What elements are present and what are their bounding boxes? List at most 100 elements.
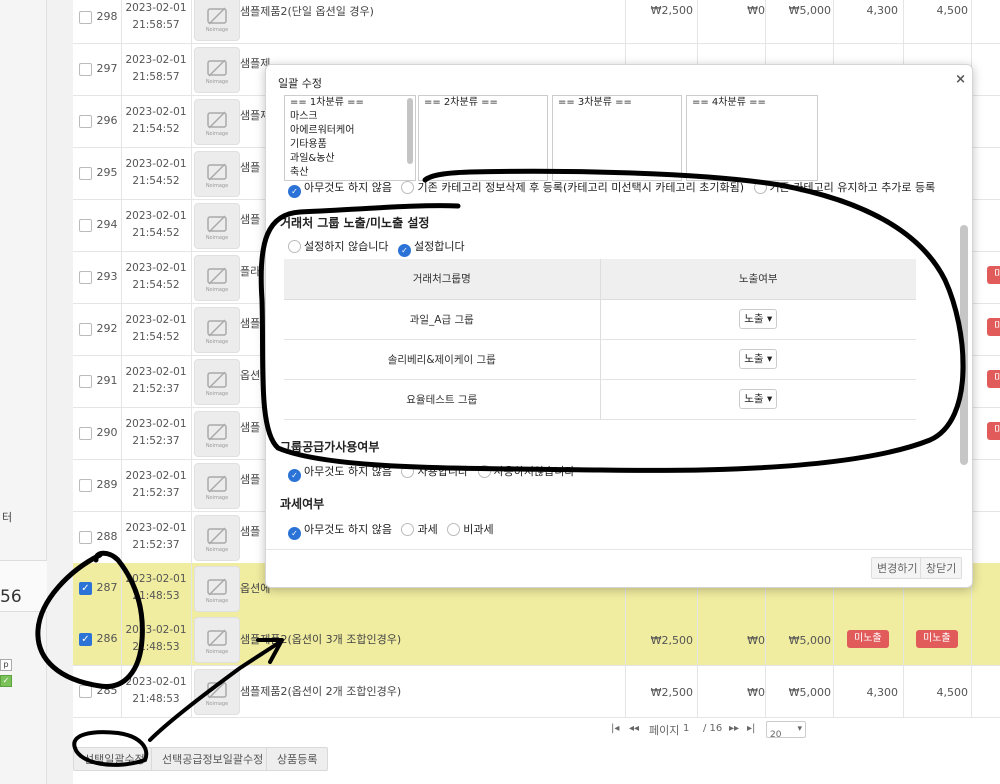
row-id: 285 xyxy=(96,684,118,697)
modal-body: == 1차분류 == 마스크 아에르워터케어 기타용품 과일&농산 축산 == … xyxy=(266,95,972,549)
radio-icon[interactable] xyxy=(477,465,491,478)
last-page-button[interactable]: ▸| xyxy=(747,723,755,734)
status-badge: 미 xyxy=(987,318,1000,336)
sidebar-stat-number: 56 xyxy=(0,587,22,607)
radio-icon[interactable] xyxy=(401,523,415,536)
row-checkbox[interactable] xyxy=(79,427,92,440)
row-checkbox[interactable] xyxy=(79,167,92,180)
row-product-name[interactable]: 플라 xyxy=(240,263,260,279)
row-id: 287 xyxy=(96,581,118,594)
table-header: 거래처그룹명 xyxy=(284,259,601,300)
row-checkbox-checked[interactable]: ✓ xyxy=(79,633,92,646)
group-name: 과일_A급 그룹 xyxy=(284,299,601,340)
first-page-button[interactable]: |◂ xyxy=(611,723,619,734)
per-page-select[interactable]: 20 ▾ xyxy=(766,721,806,740)
radio-checked-icon[interactable]: ✓ xyxy=(397,244,411,257)
radio-icon[interactable] xyxy=(447,523,461,536)
row-checkbox[interactable] xyxy=(79,11,92,24)
no-image-icon: Noimage xyxy=(194,255,240,301)
table-row[interactable]: 285 2023-02-01 21:48:53 Noimage 샘플제품2(옵션이… xyxy=(73,666,1000,718)
radio-icon[interactable] xyxy=(401,181,415,194)
row-date: 2023-02-01 21:48:53 xyxy=(125,676,187,705)
row-date: 2023-02-01 21:58:57 xyxy=(125,54,187,83)
status-badge: 미노출 xyxy=(916,630,958,648)
sidebar-stat-panel: 56 xyxy=(0,560,47,612)
row-product-name[interactable]: 옵션 xyxy=(240,367,260,383)
radio-icon[interactable] xyxy=(753,181,767,194)
table-row: 요율테스트 그룹 노출 ▾ xyxy=(284,379,916,420)
no-image-icon: Noimage xyxy=(194,151,240,197)
group-exposure-title: 거래처 그룹 노출/미노출 설정 xyxy=(280,216,430,230)
category-list-1[interactable]: == 1차분류 == 마스크 아에르워터케어 기타용품 과일&농산 축산 xyxy=(284,95,416,181)
radio-icon[interactable] xyxy=(401,465,415,478)
row-id: 288 xyxy=(96,530,118,543)
row-checkbox[interactable] xyxy=(79,115,92,128)
category-list-3[interactable]: == 3차분류 == xyxy=(552,95,682,181)
row-checkbox[interactable] xyxy=(79,219,92,232)
row-product-name[interactable]: 샘플 xyxy=(240,315,260,331)
row-date: 2023-02-01 21:54:52 xyxy=(125,314,187,343)
table-row[interactable]: 298 2023-02-01 21:58:57 Noimage 샘플제품2(단일 … xyxy=(73,0,1000,44)
row-checkbox[interactable] xyxy=(79,375,92,388)
column-divider xyxy=(191,0,192,717)
row-id: 291 xyxy=(96,374,118,387)
table-row[interactable]: ✓ 286 2023-02-01 21:48:53 Noimage 샘플제품2(옵… xyxy=(73,614,1000,666)
scrollbar-thumb[interactable] xyxy=(960,225,968,465)
row-checkbox[interactable] xyxy=(79,685,92,698)
close-icon[interactable]: × xyxy=(955,72,966,87)
sidebar-check-icon[interactable]: ✓ xyxy=(0,675,12,687)
tax-title: 과세여부 xyxy=(280,497,325,511)
row-date: 2023-02-01 21:52:37 xyxy=(125,522,187,551)
radio-checked-icon[interactable]: ✓ xyxy=(288,527,301,540)
radio-checked-icon[interactable]: ✓ xyxy=(288,469,301,482)
apply-button[interactable]: 변경하기 xyxy=(871,557,924,579)
row-product-name[interactable]: 샘플제품2(단일 옵션일 경우) xyxy=(240,3,374,19)
row-product-name[interactable]: 샘플 xyxy=(240,419,260,435)
row-date: 2023-02-01 21:52:37 xyxy=(125,418,187,447)
sidebar-label-fragment: 터 xyxy=(2,511,13,524)
row-product-name[interactable]: 샘플 xyxy=(240,471,260,487)
row-product-name[interactable]: 샘플제품2(옵션이 2개 조합인경우) xyxy=(240,683,401,699)
row-product-name[interactable]: 샘플 xyxy=(240,523,260,539)
sidebar-box[interactable]: p xyxy=(0,659,12,671)
radio-checked-icon[interactable]: ✓ xyxy=(288,185,301,198)
row-checkbox-checked[interactable]: ✓ xyxy=(79,582,92,595)
exposure-select[interactable]: 노출 ▾ xyxy=(739,389,778,409)
row-date: 2023-02-01 21:54:52 xyxy=(125,106,187,135)
modal-scrollbar[interactable] xyxy=(960,95,968,549)
close-window-button[interactable]: 창닫기 xyxy=(920,557,963,579)
current-page[interactable]: 1 xyxy=(683,723,689,734)
status-badge: 미 xyxy=(987,422,1000,440)
prev-page-button[interactable]: ◂◂ xyxy=(629,723,639,734)
add-product-button[interactable]: 상품등록 xyxy=(266,747,329,771)
group-supply-options: ✓ 아무것도 하지 않음 사용합니다 사용하지않습니다 xyxy=(288,463,581,482)
next-page-button[interactable]: ▸▸ xyxy=(729,723,739,734)
modal-titlebar: 일괄 수정 × xyxy=(266,65,972,95)
category-list-4[interactable]: == 4차분류 == xyxy=(686,95,818,181)
bulk-supply-edit-button[interactable]: 선택공급정보일괄수정 xyxy=(151,747,275,771)
category-list-2[interactable]: == 2차분류 == xyxy=(418,95,548,181)
row-checkbox[interactable] xyxy=(79,323,92,336)
row-product-name[interactable]: 샘플 xyxy=(240,159,260,175)
exposure-select[interactable]: 노출 ▾ xyxy=(739,349,778,369)
row-checkbox[interactable] xyxy=(79,63,92,76)
bulk-edit-button[interactable]: 선택일괄수정 xyxy=(73,747,156,771)
no-image-icon: Noimage xyxy=(194,411,240,457)
no-image-icon: Noimage xyxy=(194,99,240,145)
column-divider xyxy=(121,0,122,717)
row-checkbox[interactable] xyxy=(79,271,92,284)
row-price: ₩5,000 xyxy=(788,4,831,17)
row-checkbox[interactable] xyxy=(79,479,92,492)
exposure-select[interactable]: 노출 ▾ xyxy=(739,309,778,329)
scrollbar[interactable] xyxy=(407,98,413,164)
radio-icon[interactable] xyxy=(288,240,301,253)
row-product-name[interactable]: 샘플제품2(옵션이 3개 조합인경우) xyxy=(240,631,401,647)
row-product-name[interactable]: 샘플 xyxy=(240,211,260,227)
no-image-icon: Noimage xyxy=(194,0,240,41)
status-badge: 미 xyxy=(987,370,1000,388)
row-id: 286 xyxy=(96,632,118,645)
row-checkbox[interactable] xyxy=(79,531,92,544)
row-id: 297 xyxy=(96,62,118,75)
category-option-group: ✓ 아무것도 하지 않음 기존 카테고리 정보삭제 후 등록(카테고리 미선택시 … xyxy=(288,179,941,198)
no-image-icon: Noimage xyxy=(194,203,240,249)
